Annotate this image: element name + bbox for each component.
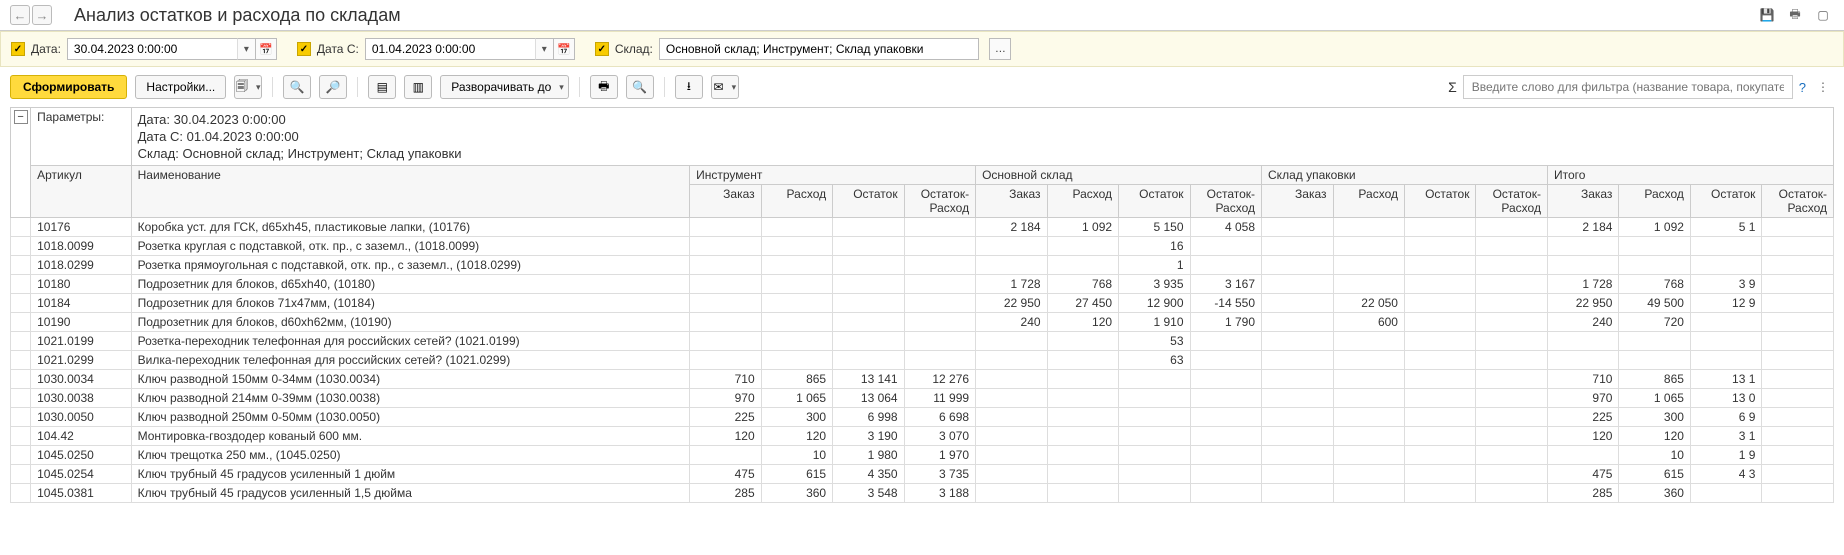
report-table: − Параметры: Дата: 30.04.2023 0:00:00 Да… xyxy=(10,107,1834,503)
forward-button[interactable]: → xyxy=(32,5,52,25)
variants-button[interactable]: 🗐 xyxy=(234,75,262,99)
table-row[interactable]: 10176Коробка уст. для ГСК, d65xh45, плас… xyxy=(11,218,1834,237)
header-name: Наименование xyxy=(131,166,690,218)
collapse-all-button[interactable]: ▥ xyxy=(404,75,432,99)
more-icon[interactable]: ⋮ xyxy=(1812,76,1834,98)
table-row[interactable]: 10190Подрозетник для блоков, d60xh62мм, … xyxy=(11,313,1834,332)
filter-input[interactable] xyxy=(1463,75,1793,99)
group-header: Основной склад xyxy=(976,166,1262,185)
save-icon[interactable]: 💾 xyxy=(1756,4,1778,26)
find-cancel-button[interactable]: 🔎 xyxy=(319,75,347,99)
warehouse-label: Склад: xyxy=(615,42,653,56)
titlebar: ← → Анализ остатков и расхода по складам… xyxy=(0,0,1844,31)
date-from-dropdown-icon[interactable]: ▾ xyxy=(535,38,553,60)
table-row[interactable]: 1045.0381Ключ трубный 45 градусов усилен… xyxy=(11,484,1834,503)
table-row[interactable]: 1018.0299Розетка прямоугольная с подстав… xyxy=(11,256,1834,275)
expand-all-button[interactable]: ▤ xyxy=(368,75,396,99)
param-values: Дата: 30.04.2023 0:00:00 Дата С: 01.04.2… xyxy=(131,108,1833,166)
save-as-button[interactable]: ⭳ xyxy=(675,75,703,99)
table-row[interactable]: 104.42Монтировка-гвоздодер кованый 600 м… xyxy=(11,427,1834,446)
date-input[interactable] xyxy=(67,38,237,60)
report-area: − Параметры: Дата: 30.04.2023 0:00:00 Да… xyxy=(0,107,1844,503)
date-checkbox[interactable]: ✓ xyxy=(11,42,25,56)
warehouse-checkbox[interactable]: ✓ xyxy=(595,42,609,56)
date-dropdown-icon[interactable]: ▾ xyxy=(237,38,255,60)
table-row[interactable]: 1021.0299Вилка-переходник телефонная для… xyxy=(11,351,1834,370)
help-link[interactable]: ? xyxy=(1799,80,1806,95)
date-label: Дата: xyxy=(31,42,61,56)
table-row[interactable]: 1030.0050Ключ разводной 250мм 0-50мм (10… xyxy=(11,408,1834,427)
table-row[interactable]: 1021.0199Розетка-переходник телефонная д… xyxy=(11,332,1834,351)
table-row[interactable]: 10180Подрозетник для блоков, d65xh40, (1… xyxy=(11,275,1834,294)
calendar-from-icon[interactable]: 📅 xyxy=(553,38,575,60)
preview-button[interactable]: 🔍 xyxy=(626,75,654,99)
expand-to-button[interactable]: Разворачивать до xyxy=(440,75,569,99)
toolbar: Сформировать Настройки... 🗐 🔍 🔎 ▤ ▥ Разв… xyxy=(0,67,1844,107)
date-from-label: Дата С: xyxy=(317,42,359,56)
table-row[interactable]: 1030.0034Ключ разводной 150мм 0-34мм (10… xyxy=(11,370,1834,389)
find-button[interactable]: 🔍 xyxy=(283,75,311,99)
send-button[interactable]: ✉ xyxy=(711,75,739,99)
table-row[interactable]: 1045.0250Ключ трещотка 250 мм., (1045.02… xyxy=(11,446,1834,465)
date-from-checkbox[interactable]: ✓ xyxy=(297,42,311,56)
table-row[interactable]: 1030.0038Ключ разводной 214мм 0-39мм (10… xyxy=(11,389,1834,408)
group-header: Инструмент xyxy=(690,166,976,185)
table-row[interactable]: 1018.0099Розетка круглая с подставкой, о… xyxy=(11,237,1834,256)
date-from-input[interactable] xyxy=(365,38,535,60)
back-button[interactable]: ← xyxy=(10,5,30,25)
run-button[interactable]: Сформировать xyxy=(10,75,127,99)
table-row[interactable]: 10184Подрозетник для блоков 71x47мм, (10… xyxy=(11,294,1834,313)
sigma-icon[interactable]: Σ xyxy=(1448,79,1457,95)
collapse-button[interactable]: − xyxy=(14,110,28,124)
param-label: Параметры: xyxy=(31,108,132,166)
print-button[interactable]: 🖶 xyxy=(590,75,618,99)
group-header: Итого xyxy=(1547,166,1833,185)
print-icon[interactable]: 🖶 xyxy=(1784,4,1806,26)
page-title: Анализ остатков и расхода по складам xyxy=(74,5,401,26)
calendar-icon[interactable]: 📅 xyxy=(255,38,277,60)
settings-button[interactable]: Настройки... xyxy=(135,75,226,99)
table-row[interactable]: 1045.0254Ключ трубный 45 градусов усилен… xyxy=(11,465,1834,484)
warehouse-more-button[interactable]: … xyxy=(989,38,1011,60)
group-header: Склад упаковки xyxy=(1262,166,1548,185)
warehouse-input[interactable] xyxy=(659,38,979,60)
window-icon[interactable]: ▢ xyxy=(1812,4,1834,26)
filter-bar: ✓ Дата: ▾ 📅 ✓ Дата С: ▾ 📅 ✓ Склад: … xyxy=(0,31,1844,67)
header-article: Артикул xyxy=(31,166,132,218)
